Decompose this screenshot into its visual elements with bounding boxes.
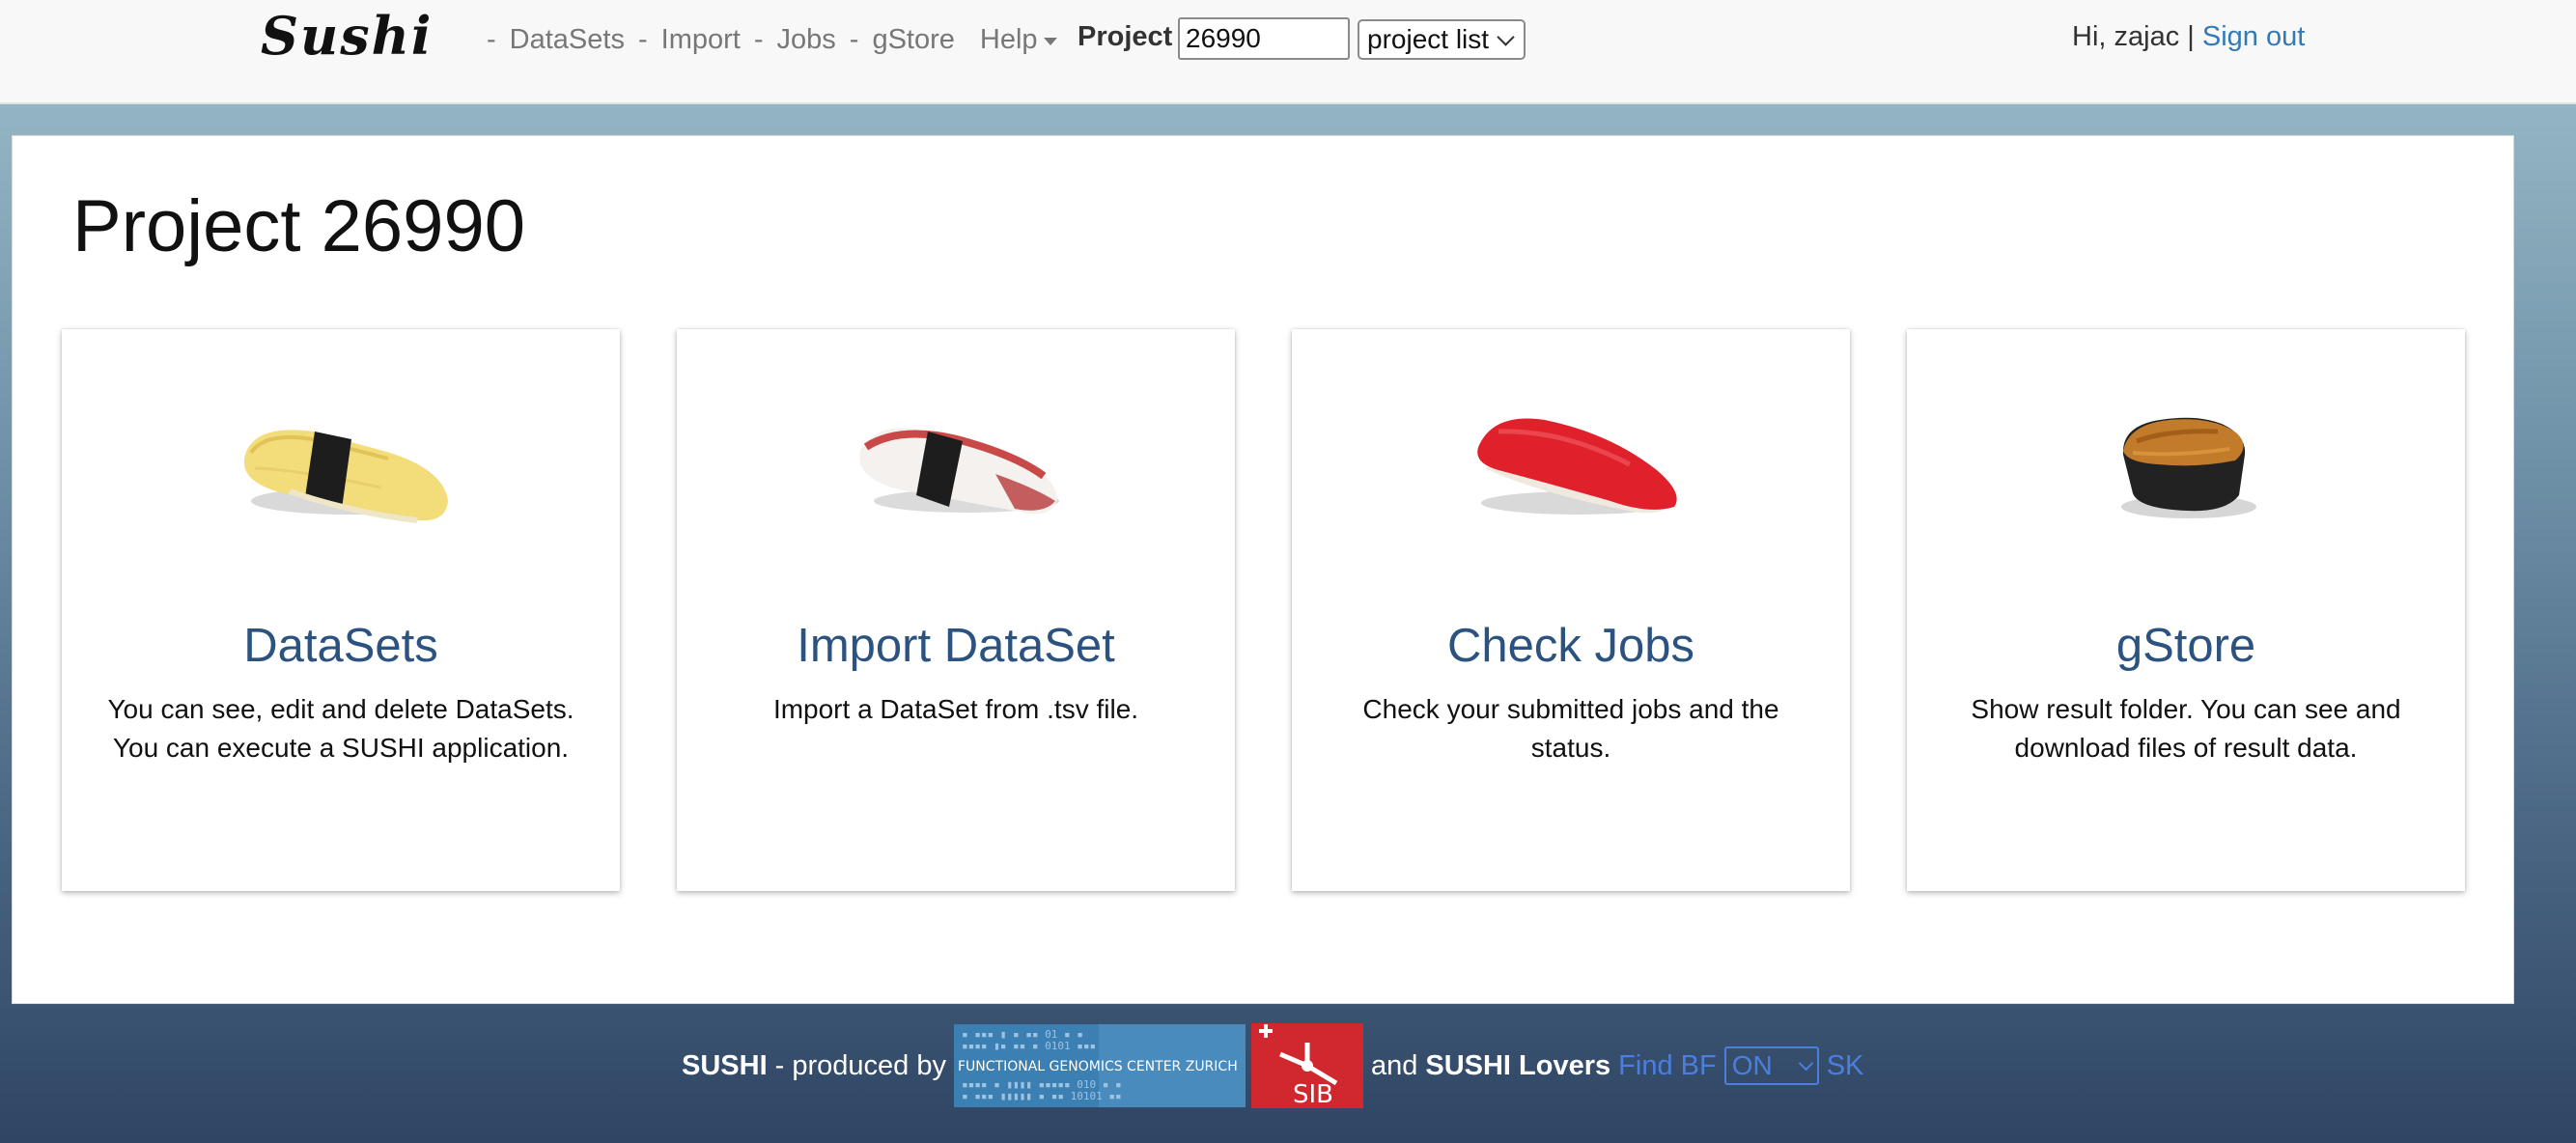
- nav-separator: -: [487, 23, 496, 55]
- card-gstore[interactable]: gStore Show result folder. You can see a…: [1907, 329, 2465, 891]
- caret-down-icon: [1043, 38, 1057, 45]
- find-bf-link[interactable]: Find BF: [1618, 1050, 1717, 1082]
- tamago-nigiri-icon: [243, 430, 448, 523]
- svg-text:Sushi: Sushi: [261, 5, 433, 67]
- fgcz-logo[interactable]: ▪ ▪▪▪ ▮ ▪ ▪▪ 01 ▪ ▪ ▪▪▪▪ ▮▪ ▪▪ ▪ 0101 ▪▪…: [953, 1024, 1246, 1107]
- nav-separator: -: [753, 23, 764, 55]
- project-list-select[interactable]: project list: [1358, 19, 1526, 60]
- nav-separator: -: [637, 23, 648, 55]
- help-label: Help: [979, 23, 1038, 55]
- nav-link-gstore[interactable]: gStore: [872, 24, 954, 56]
- sushi-logo[interactable]: Sushi: [257, 4, 444, 71]
- project-list-select-value: project list: [1367, 24, 1490, 54]
- page-title: Project 26990: [72, 185, 525, 267]
- card-title: gStore: [2115, 620, 2256, 672]
- on-off-select[interactable]: ON: [1723, 1046, 1819, 1085]
- nav-link-jobs[interactable]: Jobs: [777, 24, 836, 56]
- nav-link-import[interactable]: Import: [661, 24, 741, 56]
- footer-brand: SUSHI: [682, 1049, 768, 1081]
- maguro-nigiri-icon: [1477, 418, 1677, 515]
- card-title: DataSets: [243, 620, 438, 672]
- nav-link-datasets[interactable]: DataSets: [510, 24, 625, 56]
- card-import-dataset[interactable]: Import DataSet Import a DataSet from .ts…: [677, 329, 1235, 891]
- footer-sushi-lovers: SUSHI Lovers: [1425, 1049, 1611, 1081]
- footer-and: and: [1370, 1049, 1418, 1081]
- card-title: Import DataSet: [797, 620, 1115, 672]
- footer: SUSHI - produced by ▪ ▪▪▪ ▮ ▪ ▪▪ 01 ▪ ▪ …: [682, 1023, 1863, 1108]
- card-datasets[interactable]: DataSets You can see, edit and delete Da…: [62, 329, 620, 891]
- card-description: Import a DataSet from .tsv file.: [772, 694, 1139, 724]
- fgcz-logo-text: FUNCTIONAL GENOMICS CENTER ZURICH: [958, 1059, 1238, 1074]
- svg-text:▪▪▪▪ ▮▪ ▪▪ ▪ 0101 ▪▪▪: ▪▪▪▪ ▮▪ ▪▪ ▪ 0101 ▪▪▪: [962, 1040, 1096, 1052]
- card-description: Show result folder. You can see and down…: [1971, 694, 2401, 763]
- chevron-down-icon: [1798, 1055, 1813, 1071]
- help-dropdown[interactable]: Help: [980, 24, 1057, 56]
- sign-out-link[interactable]: Sign out: [2202, 21, 2305, 52]
- svg-text:▪ ▪▪▪ ▮▮▮▮▮ ▪ ▪▪ 10101 ▪▪: ▪ ▪▪▪ ▮▮▮▮▮ ▪ ▪▪ 10101 ▪▪: [962, 1090, 1122, 1102]
- card-check-jobs[interactable]: Check Jobs Check your submitted jobs and…: [1292, 329, 1850, 891]
- uni-gunkan-icon: [2121, 417, 2256, 518]
- card-title: Check Jobs: [1446, 620, 1694, 672]
- project-label: Project: [1078, 21, 1173, 52]
- sib-logo-text: SIB: [1293, 1080, 1333, 1108]
- card-description: Check your submitted jobs and the status…: [1362, 694, 1779, 763]
- on-off-select-value: ON: [1731, 1050, 1773, 1080]
- project-number-input[interactable]: [1178, 17, 1350, 60]
- user-greeting: Hi, zajac |: [2072, 21, 2195, 52]
- sk-link[interactable]: SK: [1827, 1050, 1864, 1082]
- card-description: You can see, edit and delete DataSets. Y…: [107, 694, 574, 763]
- nav-separator: -: [849, 23, 859, 55]
- footer-produced-by: - produced by: [774, 1049, 946, 1081]
- tako-nigiri-icon: [859, 428, 1059, 515]
- top-navbar: Sushi - DataSets - Import - Jobs - gStor…: [0, 0, 2576, 104]
- main-panel: Project 26990 DataSets You can see, edit…: [12, 135, 2514, 1004]
- chevron-down-icon: [1497, 27, 1515, 46]
- user-area: Hi, zajac | Sign out: [2072, 21, 2305, 53]
- main-nav: - DataSets - Import - Jobs - gStore Help: [483, 19, 1057, 60]
- sib-logo[interactable]: SIB: [1250, 1023, 1363, 1108]
